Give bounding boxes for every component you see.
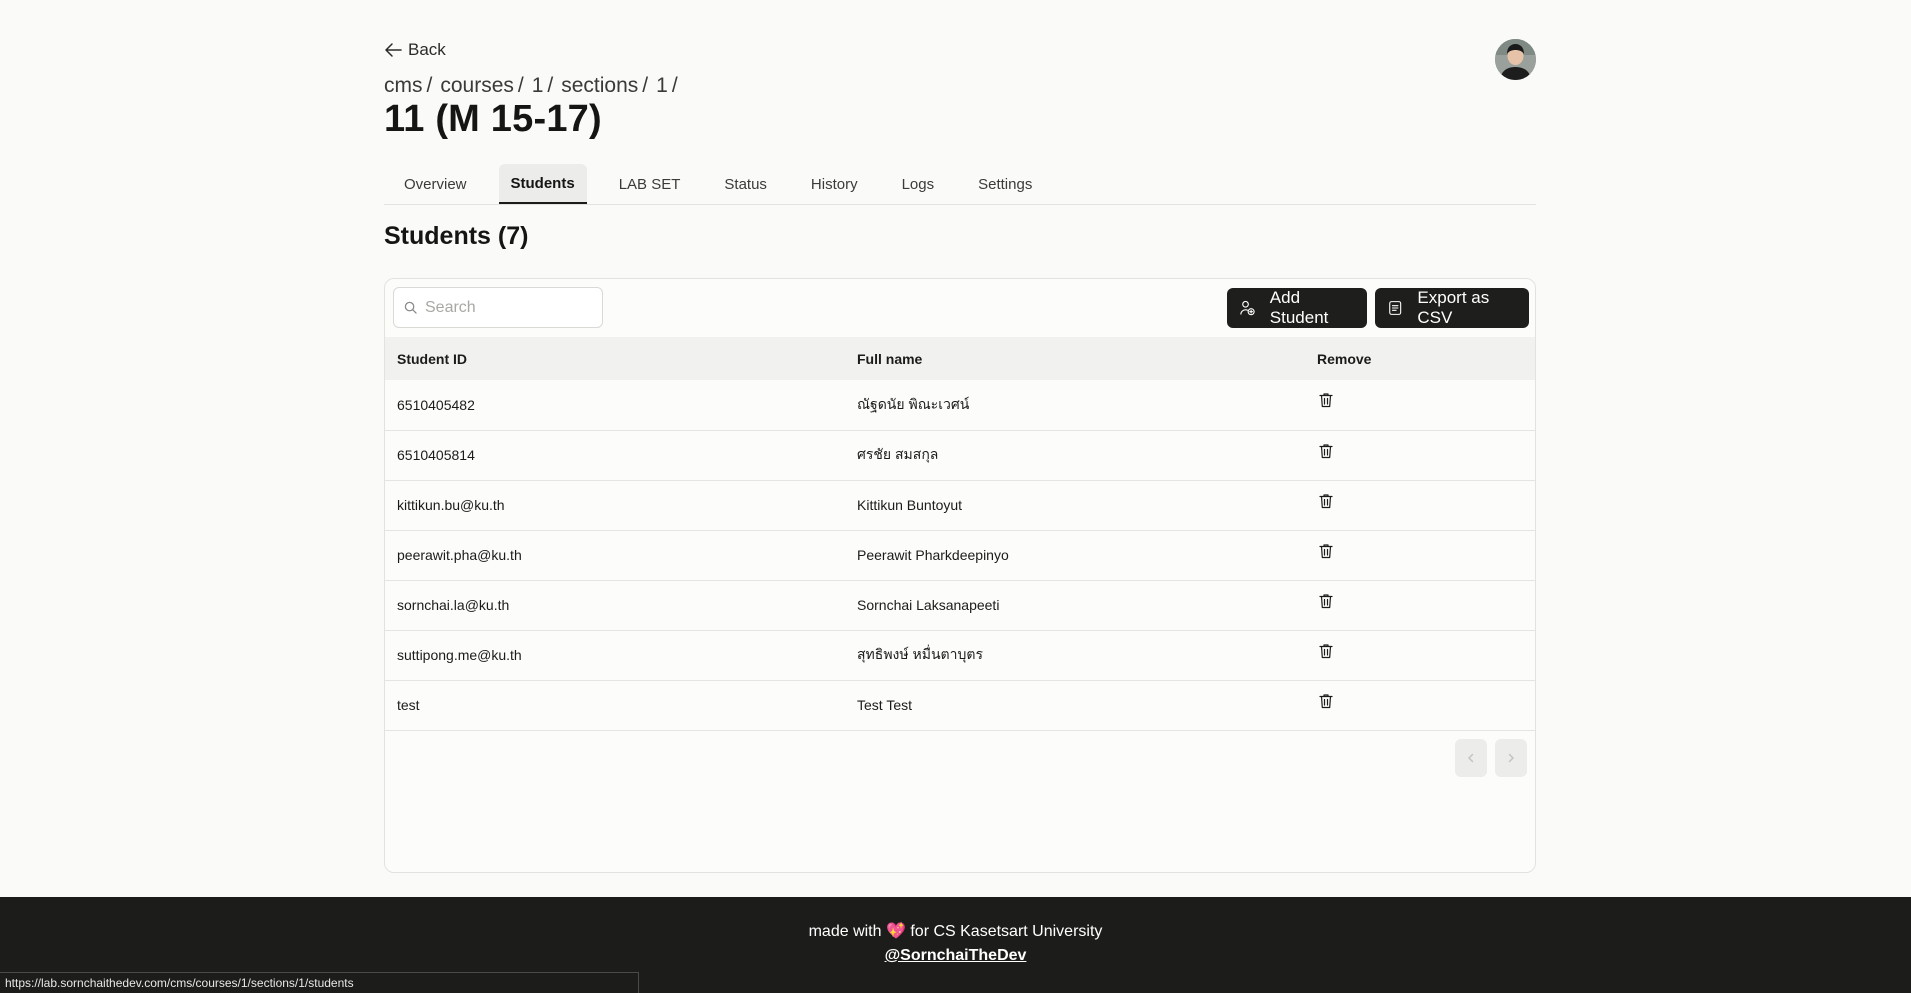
full-name-cell: Peerawit Pharkdeepinyo <box>857 547 1009 563</box>
full-name-cell: Sornchai Laksanapeeti <box>857 597 1000 613</box>
user-avatar-image <box>1495 39 1536 80</box>
tab-lab-set[interactable]: LAB SET <box>607 164 693 204</box>
column-header-remove: Remove <box>1317 350 1372 367</box>
full-name-cell: ศรชัย สมสกุล <box>857 446 939 462</box>
remove-cell <box>1305 680 1535 730</box>
chevron-right-icon <box>1508 753 1515 763</box>
trash-icon[interactable] <box>1317 642 1335 660</box>
student-id-cell: suttipong.me@ku.th <box>397 647 522 663</box>
table-row: 6510405482 ณัฐดนัย พิณะเวศน์ <box>385 380 1535 430</box>
breadcrumb: cms / courses/ 1/ sections/ 1/ <box>384 74 678 98</box>
tab-overview[interactable]: Overview <box>392 164 479 204</box>
full-name-cell: ณัฐดนัย พิณะเวศน์ <box>857 395 970 412</box>
table-header-row: Student ID Full name Remove <box>385 337 1535 380</box>
tab-bar: Overview Students LAB SET Status History… <box>384 164 1536 205</box>
search-icon <box>404 301 417 314</box>
back-link[interactable]: Back <box>384 40 446 60</box>
footer-credit: made with 💖 for CS Kasetsart University <box>0 921 1911 941</box>
student-id-cell: test <box>397 697 420 713</box>
breadcrumb-section-id[interactable]: 1 <box>656 74 668 98</box>
table-body: 6510405482 ณัฐดนัย พิณะเวศน์ 6510405814 ศรช… <box>385 380 1535 730</box>
tab-students[interactable]: Students <box>498 164 587 204</box>
trash-icon[interactable] <box>1317 692 1335 710</box>
student-id-cell: peerawit.pha@ku.th <box>397 547 522 563</box>
table-row: kittikun.bu@ku.th Kittikun Buntoyut <box>385 480 1535 530</box>
table-row: peerawit.pha@ku.th Peerawit Pharkdeepinyo <box>385 530 1535 580</box>
document-icon <box>1389 301 1402 315</box>
trash-icon[interactable] <box>1317 442 1335 460</box>
tab-settings[interactable]: Settings <box>966 164 1044 204</box>
column-header-student-id: Student ID <box>397 350 467 367</box>
remove-cell <box>1305 380 1535 430</box>
export-csv-label: Export as CSV <box>1417 288 1490 327</box>
breadcrumb-course-id[interactable]: 1 <box>532 74 544 98</box>
remove-cell <box>1305 630 1535 680</box>
students-table: Student ID Full name Remove 6510405482 ณั… <box>385 337 1535 731</box>
next-page-button[interactable] <box>1495 739 1527 777</box>
remove-cell <box>1305 530 1535 580</box>
tab-status[interactable]: Status <box>712 164 779 204</box>
section-title: Students (7) <box>384 222 529 250</box>
back-label: Back <box>408 40 446 59</box>
remove-cell <box>1305 480 1535 530</box>
page-title: 11 (M 15-17) <box>384 98 602 140</box>
table-row: test Test Test <box>385 680 1535 730</box>
table-row: suttipong.me@ku.th สุทธิพงษ์ หมื่นตาบุตร <box>385 630 1535 680</box>
page: Back cms / courses/ 1/ sections/ 1/ 11 (M… <box>0 0 1911 993</box>
full-name-cell: Test Test <box>857 697 912 713</box>
add-user-icon <box>1240 300 1255 316</box>
trash-icon[interactable] <box>1317 592 1335 610</box>
students-card: Add Student Export as CSV Student ID Ful… <box>384 278 1536 873</box>
remove-cell <box>1305 430 1535 480</box>
breadcrumb-sections[interactable]: sections <box>561 74 638 98</box>
heart-icon: 💖 <box>885 923 906 940</box>
student-id-cell: kittikun.bu@ku.th <box>397 497 505 513</box>
avatar[interactable] <box>1495 39 1536 80</box>
table-row: 6510405814 ศรชัย สมสกุล <box>385 430 1535 480</box>
student-id-cell: 6510405814 <box>397 447 475 463</box>
previous-page-button[interactable] <box>1455 739 1487 777</box>
browser-status-url: https://lab.sornchaithedev.com/cms/cours… <box>0 972 639 993</box>
student-id-cell: 6510405482 <box>397 396 475 413</box>
add-student-label: Add Student <box>1269 288 1329 327</box>
chevron-left-icon <box>1467 753 1474 763</box>
full-name-cell: สุทธิพงษ์ หมื่นตาบุตร <box>857 646 983 662</box>
table-row: sornchai.la@ku.th Sornchai Laksanapeeti <box>385 580 1535 630</box>
trash-icon[interactable] <box>1317 542 1335 560</box>
search-input[interactable] <box>425 298 585 317</box>
add-student-button[interactable]: Add Student <box>1227 288 1367 328</box>
breadcrumb-courses[interactable]: courses <box>440 74 514 98</box>
author-link[interactable]: @SornchaiTheDev <box>0 947 1911 965</box>
full-name-cell: Kittikun Buntoyut <box>857 497 963 513</box>
column-header-full-name: Full name <box>857 350 923 367</box>
tab-history[interactable]: History <box>799 164 870 204</box>
search-box[interactable] <box>393 287 603 328</box>
trash-icon[interactable] <box>1317 391 1335 409</box>
footer-made-prefix: made with <box>808 923 882 940</box>
tab-logs[interactable]: Logs <box>890 164 947 204</box>
trash-icon[interactable] <box>1317 492 1335 510</box>
breadcrumb-cms[interactable]: cms <box>384 74 423 98</box>
remove-cell <box>1305 580 1535 630</box>
footer-made-suffix: for CS Kasetsart University <box>910 923 1103 940</box>
student-id-cell: sornchai.la@ku.th <box>397 597 510 613</box>
arrow-left-icon <box>385 43 402 57</box>
export-csv-button[interactable]: Export as CSV <box>1375 288 1529 328</box>
